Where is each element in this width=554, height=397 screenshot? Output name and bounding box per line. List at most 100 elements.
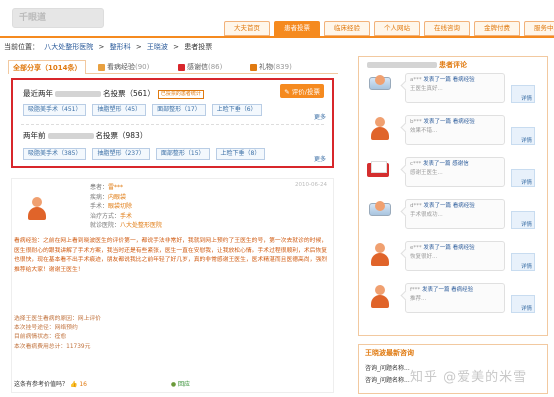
publish-vote-label: 评价/投票 (291, 88, 320, 96)
vote-tag[interactable]: 面部整形（15） (155, 148, 210, 160)
consult-row[interactable]: 咨询_问题名称... (365, 363, 410, 372)
meta-row: 患者：雷*** (90, 184, 124, 191)
comment-bubble: c*** 发表了一篇 感谢信 感谢王医生... (405, 157, 505, 187)
nav-underline (0, 36, 554, 38)
comment-bubble: f*** 发表了一篇 看病经验 推荐... (405, 283, 505, 313)
detail-link[interactable]: 详情 (511, 85, 535, 103)
post-date: 2010-06-24 (295, 182, 327, 188)
vote-tag[interactable]: 上睑下垂（6） (211, 104, 262, 116)
vote-recent-suffix: 名投票（561） (103, 89, 155, 98)
breadcrumb-current: 患者投票 (184, 43, 213, 51)
vote-tag[interactable]: 吸脂美手术（385） (23, 148, 87, 160)
comment-item[interactable]: c*** 发表了一篇 感谢信 感谢王医生... 详情 (365, 157, 545, 195)
nav-tab-service[interactable]: 服务中心 (524, 21, 554, 36)
comment-link[interactable]: 回应 (178, 381, 190, 388)
nav-tab-paid[interactable]: 金牌付费 (474, 21, 520, 36)
vote-tags-older: 吸脂美手术（385） 抽脂塑形（237） 面部整形（15） 上睑下垂（8） (23, 148, 266, 160)
helpful-question: 这条有参考价值吗？ (14, 381, 69, 388)
nav-tab-experience[interactable]: 临床经验 (324, 21, 370, 36)
meta-row: 治疗方式：手术 (90, 212, 133, 220)
breadcrumb-hospital[interactable]: 八大处整形医院 (44, 43, 93, 51)
tab-experience-label: 看病经验 (107, 63, 135, 71)
meta-row: 手术：眼袋切除 (90, 203, 133, 210)
watermark: 知乎 @爱美的米雪 (410, 370, 528, 385)
share-tabs: 全部分享（1014条） 看病经验(90) 感谢信(86) 礼物(839) (8, 60, 338, 74)
redacted-text (47, 133, 94, 139)
post-facts: 选择王医生看病的原因：网上评价 本次挂号途径：网络预约 目前病情状态：痊愈 本次… (14, 315, 101, 352)
avatar-body (28, 207, 46, 220)
vote-tag[interactable]: 面部整形（17） (152, 104, 206, 116)
latest-consult-title: 王晓波最新咨询 (365, 349, 414, 357)
post-meta: 患者：雷*** 疾病：内眼袋 手术：眼袋切除 治疗方式：手术 就诊医院：八大处整… (90, 183, 162, 231)
more-link[interactable]: 更多 (314, 112, 326, 121)
vote-tag[interactable]: 抽脂塑形（45） (92, 104, 147, 116)
note-icon (98, 63, 105, 71)
comment-icon: ● (170, 381, 177, 388)
breadcrumb-sep: > (98, 43, 105, 51)
computer-avatar-icon (369, 75, 391, 93)
publish-vote-button[interactable]: ✎ 评价/投票 (280, 84, 324, 98)
heart-icon (178, 63, 185, 71)
detail-link[interactable]: 详情 (511, 169, 535, 187)
divider (21, 124, 324, 125)
tab-gifts-count: (839) (273, 63, 292, 71)
fact-row: 本次挂号途径：网络预约 (14, 325, 78, 332)
breadcrumb: 当前位置： 八大处整形医院 > 整形科 > 王晓波 > 患者投票 (4, 42, 215, 52)
tab-experience[interactable]: 看病经验(90) (98, 60, 149, 74)
detail-link[interactable]: 详情 (511, 127, 535, 145)
comment-item[interactable]: e*** 发表了一篇 看病经验 恢复很好... 详情 (365, 241, 545, 279)
nav-tab-consult[interactable]: 在线咨询 (424, 21, 470, 36)
tab-thanks-count: (86) (208, 63, 223, 71)
vote-tag[interactable]: 吸脂美手术（451） (23, 104, 87, 116)
comment-item[interactable]: f*** 发表了一篇 看病经验 推荐... 详情 (365, 283, 545, 321)
nav-tab-votes[interactable]: 患者投票 (274, 21, 320, 36)
comment-bubble: e*** 发表了一篇 看病经验 恢复很好... (405, 241, 505, 271)
breadcrumb-doctor[interactable]: 王晓波 (147, 43, 168, 51)
detail-link[interactable]: 详情 (511, 295, 535, 313)
experience-post: 2010-06-24 患者：雷*** 疾病：内眼袋 手术：眼袋切除 治疗方式：手… (11, 178, 334, 393)
helpful-count: 16 (79, 381, 87, 388)
vote-summary-box: 最近两年 名投票（561） 已投票的患者统计 ✎ 评价/投票 吸脂美手术（451） … (11, 78, 334, 168)
site-logo[interactable]: 千眼道 (12, 8, 104, 28)
tab-gifts-label: 礼物 (259, 63, 273, 71)
vote-stats-badge[interactable]: 已投票的患者统计 (157, 89, 204, 99)
meta-row: 疾病：内眼袋 (90, 193, 127, 201)
redacted-text (55, 91, 101, 97)
vote-older-suffix: 名投票（983） (95, 131, 148, 140)
post-body: 看病经验：之前在网上看到晓波医生的评价第一，都说手法非常好，我就到网上预约了王医… (14, 238, 328, 273)
comment-item[interactable]: a*** 发表了一篇 看病经验 王医生真好... 详情 (365, 73, 545, 111)
nav-tab-home[interactable]: 大夫首页 (224, 21, 270, 36)
tab-all-shares[interactable]: 全部分享（1014条） (8, 60, 87, 74)
comment-bubble: a*** 发表了一篇 看病经验 王医生真好... (405, 73, 505, 103)
comment-item[interactable]: d*** 发表了一篇 看病经验 手术很成功... 详情 (365, 199, 545, 237)
breadcrumb-dept[interactable]: 整形科 (110, 43, 131, 51)
comment-item[interactable]: b*** 发表了一篇 看病经验 效果不错... 详情 (365, 115, 545, 153)
user-avatar (369, 117, 391, 141)
vote-group-older: 两年前 名投票（983） (23, 130, 147, 141)
computer-avatar-icon (369, 201, 391, 219)
thumbs-up-icon[interactable]: 👍 (70, 381, 77, 388)
user-avatar[interactable] (26, 197, 48, 221)
mail-icon (367, 161, 389, 177)
vote-tags-recent: 吸脂美手术（451） 抽脂塑形（45） 面部整形（17） 上睑下垂（6） (23, 104, 262, 116)
vote-recent-prefix: 最近两年 (23, 89, 53, 98)
detail-link[interactable]: 详情 (511, 253, 535, 271)
panel-title: 患者评论 (365, 60, 467, 70)
nav-tab-website[interactable]: 个人网站 (374, 21, 420, 36)
tab-thanks[interactable]: 感谢信(86) (178, 60, 222, 74)
user-avatar (369, 285, 391, 309)
redacted-text (367, 62, 437, 68)
vote-tag[interactable]: 抽脂塑形（237） (92, 148, 150, 160)
vote-older-prefix: 两年前 (23, 131, 46, 140)
user-avatar (369, 243, 391, 267)
recent-comments-panel: 患者评论 a*** 发表了一篇 看病经验 王医生真好... 详情 b*** 发表了… (358, 56, 548, 336)
fact-row: 本次看病费用总计：11739元 (14, 343, 91, 350)
tab-gifts[interactable]: 礼物(839) (250, 60, 292, 74)
consult-row[interactable]: 咨询_问题名称... (365, 375, 410, 384)
vote-tag[interactable]: 上睑下垂（8） (215, 148, 266, 160)
vote-group-recent: 最近两年 名投票（561） 已投票的患者统计 (23, 88, 204, 99)
more-link[interactable]: 更多 (314, 154, 326, 163)
breadcrumb-prefix: 当前位置： (4, 43, 39, 51)
detail-link[interactable]: 详情 (511, 211, 535, 229)
panel-title-text: 患者评论 (439, 61, 467, 69)
